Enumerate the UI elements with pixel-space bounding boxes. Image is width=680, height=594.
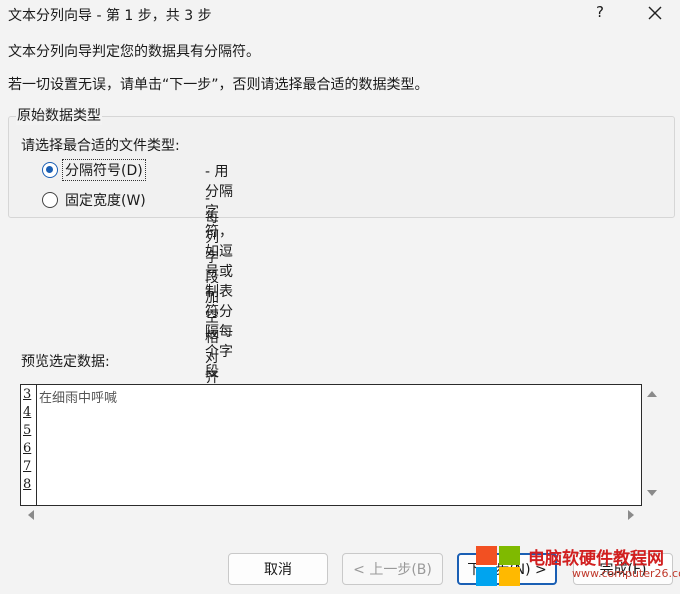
window-title: 文本分列向导 - 第 1 步，共 3 步 xyxy=(8,8,212,24)
preview-pane[interactable]: 3 在细雨中呼喊 4 5 6 7 8 xyxy=(20,384,642,506)
group-legend: 原始数据类型 xyxy=(16,105,102,125)
preview-row: 7 xyxy=(21,459,641,477)
preview-row: 4 xyxy=(21,405,641,423)
preview-row-number: 7 xyxy=(23,459,32,474)
intro-line-2: 若一切设置无误，请单击“下一步”，否则请选择最合适的数据类型。 xyxy=(8,77,429,93)
preview-row: 8 xyxy=(21,477,641,495)
preview-row: 6 xyxy=(21,441,641,459)
help-button[interactable]: ? xyxy=(590,3,610,25)
option-desc-fixed-width: - 每列字段加空格对齐 xyxy=(205,191,219,386)
close-icon xyxy=(648,6,662,20)
option-label-delimited[interactable]: 分隔符号(D) xyxy=(62,159,146,181)
radio-delimited[interactable]: 分隔符号(D) - 用分隔字符，如逗号或制表符分隔每个字段 xyxy=(42,159,233,380)
scroll-right-arrow-icon[interactable] xyxy=(626,510,636,520)
watermark: 电脑软硬件教程网 www.computer26.com xyxy=(474,542,680,594)
preview-row-number: 3 xyxy=(23,387,32,402)
radio-selected-icon[interactable] xyxy=(42,162,58,178)
preview-row: 3 在细雨中呼喊 xyxy=(21,387,641,406)
title-bar: 文本分列向导 - 第 1 步，共 3 步 ? xyxy=(0,0,680,30)
windows-logo-icon xyxy=(476,546,520,586)
option-label-fixed-width[interactable]: 固定宽度(W) xyxy=(63,190,148,210)
scroll-up-arrow-icon[interactable] xyxy=(647,389,657,399)
radio-unselected-icon[interactable] xyxy=(42,192,58,208)
intro-line-1: 文本分列向导判定您的数据具有分隔符。 xyxy=(8,44,260,60)
preview-row: 5 xyxy=(21,423,641,441)
close-button[interactable] xyxy=(644,2,666,24)
preview-row-number: 4 xyxy=(23,405,32,420)
watermark-url: www.computer26.com xyxy=(572,567,680,580)
file-type-prompt: 请选择最合适的文件类型: xyxy=(21,138,180,154)
preview-label: 预览选定数据: xyxy=(21,354,110,370)
watermark-text: 电脑软硬件教程网 xyxy=(528,549,664,569)
cancel-button[interactable]: 取消 xyxy=(228,553,328,585)
preview-row-text: 在细雨中呼喊 xyxy=(39,391,118,406)
back-button[interactable]: < 上一步(B) xyxy=(342,553,443,585)
scroll-left-arrow-icon[interactable] xyxy=(26,510,36,520)
preview-row-number: 5 xyxy=(23,423,32,438)
scroll-down-arrow-icon[interactable] xyxy=(647,488,657,498)
preview-row-number: 8 xyxy=(23,477,32,492)
radio-fixed-width[interactable]: 固定宽度(W) - 每列字段加空格对齐 xyxy=(42,189,219,386)
preview-row-number: 6 xyxy=(23,441,32,456)
